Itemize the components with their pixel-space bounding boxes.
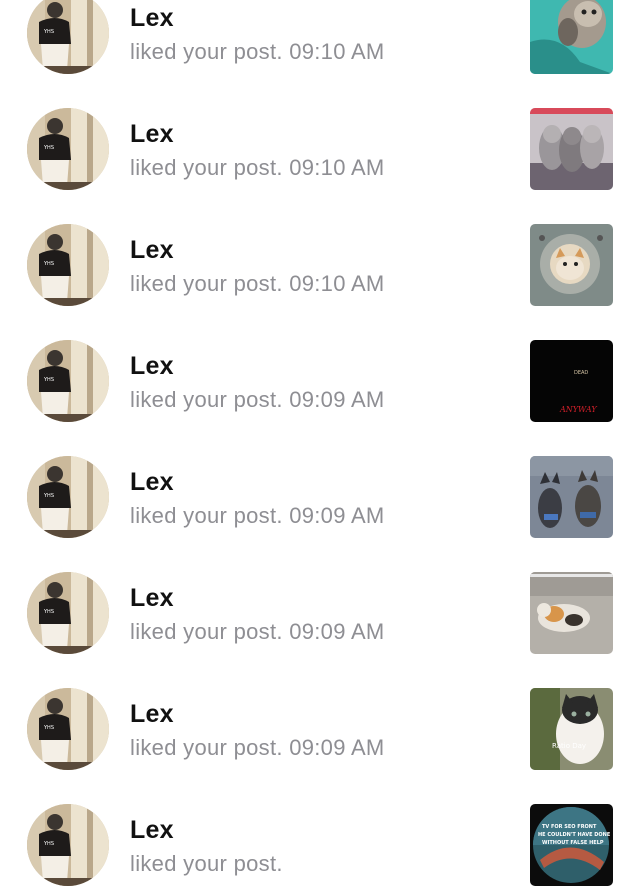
post-thumbnail[interactable] [530,456,613,538]
avatar[interactable]: YHS [27,456,109,538]
timestamp: 09:10 AM [289,155,385,180]
notification-row[interactable]: YHS Lex liked your post. 09:09 AM [0,420,640,538]
username[interactable]: Lex [130,236,174,265]
timestamp: 09:09 AM [289,735,385,760]
activity-text: liked your post. 09:09 AM [130,503,385,529]
timestamp: 09:09 AM [289,503,385,528]
timestamp: 09:10 AM [289,39,385,64]
notification-row[interactable]: YHS Lex liked your post. 09:09 AM [0,536,640,654]
thumbnail-top-text: DEAD [574,370,588,376]
svg-text:YHS: YHS [43,29,54,35]
action-text: liked your post. [130,503,283,528]
username[interactable]: Lex [130,700,174,729]
username[interactable]: Lex [130,120,174,149]
svg-text:YHS: YHS [43,609,54,615]
notification-row[interactable]: YHS Lex liked your post. 09:10 AM [0,72,640,190]
svg-text:YHS: YHS [43,493,54,499]
activity-list: YHS Lex liked your post. 09:10 AM YHS Le… [0,0,640,886]
thumbnail-bottom-text: ANYWAY [559,405,597,414]
timestamp: 09:10 AM [289,271,385,296]
svg-text:YHS: YHS [43,261,54,267]
post-thumbnail[interactable] [530,572,613,654]
username[interactable]: Lex [130,816,174,845]
avatar[interactable]: YHS [27,224,109,306]
notification-row[interactable]: YHS Lex liked your post. 09:10 AM [0,188,640,306]
svg-text:YHS: YHS [43,725,54,731]
svg-text:YHS: YHS [43,841,54,847]
avatar[interactable]: YHS [27,688,109,770]
avatar[interactable]: YHS [27,572,109,654]
meme-text-line-3: WITHOUT FALSE HELP [542,840,604,846]
avatar[interactable]: YHS [27,0,109,74]
post-thumbnail[interactable] [530,0,613,74]
action-text: liked your post. [130,619,283,644]
timestamp: 09:09 AM [289,387,385,412]
notification-row[interactable]: YHS Lex liked your post. 09:10 AM [0,0,640,74]
notification-row[interactable]: YHS Lex liked your post. 09:09 AM DEAD A… [0,304,640,422]
svg-text:YHS: YHS [43,145,54,151]
activity-text: liked your post. 09:10 AM [130,271,385,297]
post-thumbnail[interactable]: TV FOR SEO FRONT HE COULDN'T HAVE DONE W… [530,804,613,886]
avatar[interactable]: YHS [27,108,109,190]
svg-text:YHS: YHS [43,377,54,383]
post-thumbnail[interactable]: DEAD ANYWAY [530,340,613,422]
post-thumbnail[interactable] [530,108,613,190]
thumbnail-caption: Ratio Day [552,742,586,750]
activity-text: liked your post. 09:09 AM [130,735,385,761]
action-text: liked your post. [130,387,283,412]
avatar[interactable]: YHS [27,804,109,886]
meme-text-line-1: TV FOR SEO FRONT [542,824,597,830]
activity-text: liked your post. 09:09 AM [130,387,385,413]
post-thumbnail[interactable]: Ratio Day [530,688,613,770]
action-text: liked your post. [130,271,283,296]
action-text: liked your post. [130,39,283,64]
action-text: liked your post. [130,155,283,180]
meme-text-line-2: HE COULDN'T HAVE DONE [538,832,611,838]
avatar[interactable]: YHS [27,340,109,422]
post-thumbnail[interactable] [530,224,613,306]
notification-row[interactable]: YHS Lex liked your post. TV FOR SEO FRON… [0,768,640,886]
username[interactable]: Lex [130,468,174,497]
action-text: liked your post. [130,735,283,760]
activity-text: liked your post. 09:09 AM [130,619,385,645]
username[interactable]: Lex [130,4,174,33]
username[interactable]: Lex [130,352,174,381]
activity-text: liked your post. 09:10 AM [130,155,385,181]
username[interactable]: Lex [130,584,174,613]
timestamp: 09:09 AM [289,619,385,644]
activity-text: liked your post. 09:10 AM [130,39,385,65]
notification-row[interactable]: YHS Lex liked your post. 09:09 AM Ratio … [0,652,640,770]
